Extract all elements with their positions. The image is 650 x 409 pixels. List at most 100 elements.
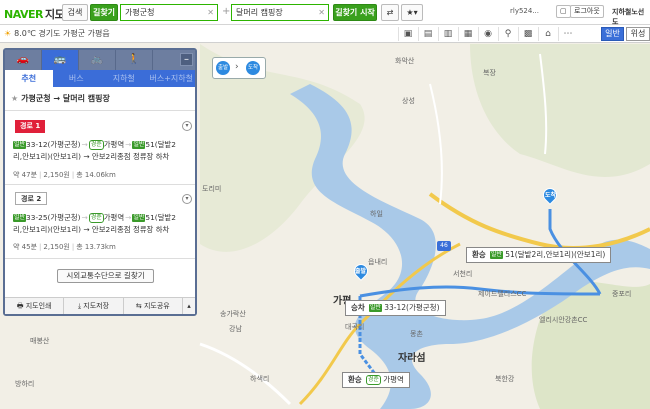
start-marker-icon: 출발 xyxy=(216,61,230,75)
label-bokjang: 복장 xyxy=(483,69,496,77)
print-map-label: 지도인쇄 xyxy=(25,302,52,310)
route1-leg-b: 가평역 xyxy=(103,140,125,149)
add-waypoint-icon[interactable]: + xyxy=(222,6,230,17)
label-hasaekri: 하색리 xyxy=(250,375,270,383)
rail-tag-icon: 경춘 xyxy=(88,213,104,223)
tab-bus[interactable]: 버스 xyxy=(53,70,101,87)
route2-time: 약 45분 xyxy=(13,243,38,251)
notification-box-icon[interactable]: ▢ xyxy=(556,5,571,18)
map-tool-icons: ▣ ▤ ▥ ▦ ◉ ⚲ ▩ ⌂ ⋯ xyxy=(398,27,577,41)
transfer-callout-bus51[interactable]: 환승 일반 51(달밭2리,안보1리)(안보1리) xyxy=(466,247,612,263)
rail-tag-icon: 경춘 xyxy=(365,375,381,385)
bus-tag-icon: 일반 xyxy=(368,304,382,312)
bus-route-icon[interactable]: ▣ xyxy=(398,27,417,41)
top-bar: NAVER 지도 검색 길찾기 가평군청 ✕ + 달머리 캠핑장 ✕ 길찾기 시작… xyxy=(0,0,650,27)
bus-tag-icon: 일반 xyxy=(489,251,503,259)
share-map-label: 지도공유 xyxy=(143,302,170,310)
origin-value: 가평군청 xyxy=(125,8,155,17)
label-gangnam: 강남 xyxy=(229,325,242,333)
naver-map-logo[interactable]: NAVER 지도 xyxy=(4,6,65,22)
route2-line1: 일반33-25(가평군청)→ 경춘 가평역→ 일반51(달밭2 xyxy=(13,212,176,223)
bus-tag-icon: 일반 xyxy=(132,141,146,149)
board-callout[interactable]: 승차 일반 33-12(가평군청) xyxy=(345,300,446,316)
tab-recommended[interactable]: 추천 xyxy=(5,70,53,87)
route-title: ★ 가평군청 → 달머리 캠핑장 xyxy=(11,93,110,104)
tab-bus-subway[interactable]: 버스+지하철 xyxy=(148,70,196,87)
star-icon[interactable]: ★ xyxy=(11,94,18,103)
swap-icon[interactable]: ⇄ xyxy=(381,4,399,21)
route2-chevron-down-icon[interactable]: ▾ xyxy=(182,194,192,204)
transfer1-kind: 환승 xyxy=(472,250,486,259)
label-jaraseom: 자라섬 xyxy=(398,353,426,364)
route1-time: 약 47분 xyxy=(13,171,38,179)
search-tab-button[interactable]: 검색 xyxy=(62,4,88,21)
logout-button[interactable]: 로그아웃 xyxy=(570,5,604,18)
distance-icon[interactable]: ⌂ xyxy=(538,27,557,41)
label-maebongsan: 매봉산 xyxy=(30,337,50,345)
logo-brand: NAVER xyxy=(4,8,43,21)
route1-leg-c: 51(달밭2 xyxy=(145,140,176,149)
dest-marker-icon: 도착 xyxy=(246,61,260,75)
cctv-icon[interactable]: ◉ xyxy=(478,27,497,41)
road-number-badge: 46 xyxy=(437,241,451,251)
label-hwaaksan: 화악산 xyxy=(395,57,415,65)
route1-distance: 총 14.06km xyxy=(76,171,116,179)
mode-walk-icon[interactable]: 🚶 xyxy=(116,50,153,70)
mode-bus-icon[interactable]: 🚌 xyxy=(42,50,79,70)
transfer2-kind: 환승 xyxy=(348,375,362,384)
route-tab-button[interactable]: 길찾기 xyxy=(90,4,118,21)
favorite-star-icon[interactable]: ★▾ xyxy=(401,4,423,21)
weather-toolbar: ☀ 8.0℃ 경기도 가평군 가평읍 ▣ ▤ ▥ ▦ ◉ ⚲ ▩ ⌂ ⋯ 일반 위… xyxy=(0,25,650,43)
label-seocheon: 서천리 xyxy=(453,270,473,278)
clear-origin-icon[interactable]: ✕ xyxy=(207,5,214,20)
collapse-up-icon[interactable]: ▴ xyxy=(183,298,195,314)
share-map-button[interactable]: ⇆ 지도공유 xyxy=(124,298,183,314)
save-map-button[interactable]: ⤓ 지도저장 xyxy=(64,298,124,314)
transport-mode-bar: 🚗 🚌 🚲 🚶 – xyxy=(5,50,195,70)
view-normal-button[interactable]: 일반 xyxy=(601,27,624,41)
label-mongchon: 몽촌 xyxy=(410,330,423,338)
transfer-callout-station[interactable]: 환승 경춘 가평역 xyxy=(342,372,410,388)
bus-icon[interactable]: ▤ xyxy=(418,27,437,41)
panel-footer: 🖶 지도인쇄 ⤓ 지도저장 ⇆ 지도공유 ▴ xyxy=(5,297,195,314)
intercity-route-button[interactable]: 시외교통수단으로 길찾기 xyxy=(57,269,154,283)
bus-tag-icon: 일반 xyxy=(132,214,146,222)
route1-badge[interactable]: 경로 1 xyxy=(15,120,46,133)
subway-icon[interactable]: ▥ xyxy=(438,27,457,41)
clear-destination-icon[interactable]: ✕ xyxy=(318,5,325,20)
weather-sun-icon: ☀ xyxy=(4,29,12,38)
print-map-button[interactable]: 🖶 지도인쇄 xyxy=(5,298,65,314)
route1-fare: 2,150원 xyxy=(43,171,70,179)
username[interactable]: rly524... xyxy=(510,7,539,15)
route-panel: 🚗 🚌 🚲 🚶 – 추천 버스 지하철 버스+지하철 ★ 가평군청 → 달머리 캠… xyxy=(3,48,197,316)
label-songgarak: 송가락산 xyxy=(220,310,246,318)
traffic-icon[interactable]: ▦ xyxy=(458,27,477,41)
route1-chevron-down-icon[interactable]: ▾ xyxy=(182,121,192,131)
origin-input[interactable]: 가평군청 ✕ xyxy=(120,4,218,21)
mode-bike-icon[interactable]: 🚲 xyxy=(79,50,116,70)
shop-icon[interactable]: ▩ xyxy=(518,27,537,41)
more-tools-icon[interactable]: ⋯ xyxy=(558,27,577,41)
tab-subway[interactable]: 지하철 xyxy=(100,70,148,87)
label-ellisian: 엘리시안강촌CC xyxy=(539,316,588,324)
dest-pin-label: 도착 xyxy=(545,192,557,199)
route-start-button[interactable]: 길찾기 시작 xyxy=(333,4,377,21)
subway-map-link[interactable]: 지하철노선도 xyxy=(612,7,650,27)
bus-tag-icon: 일반 xyxy=(13,141,27,149)
arrow-icon: → xyxy=(125,140,132,149)
route1-line2: 리,안보1리)(안보1리) → 안보2리종점 정류장 하차 xyxy=(13,152,170,161)
mode-car-icon[interactable]: 🚗 xyxy=(5,50,42,70)
route2-badge[interactable]: 경로 2 xyxy=(15,192,48,205)
route2-distance: 총 13.73km xyxy=(76,243,116,251)
bike-icon[interactable]: ⚲ xyxy=(498,27,517,41)
arrow-right-icon: › xyxy=(235,62,239,72)
label-jungpo: 중포리 xyxy=(612,290,632,298)
view-satellite-button[interactable]: 위성 xyxy=(626,27,650,41)
board-text: 33-12(가평군청) xyxy=(384,303,440,312)
minimize-icon[interactable]: – xyxy=(180,53,193,66)
destination-value: 달머리 캠핑장 xyxy=(236,8,283,17)
divider xyxy=(5,258,195,259)
weather-text: 8.0℃ 경기도 가평군 가평읍 xyxy=(14,29,110,38)
start-pin-label: 출발 xyxy=(355,268,367,275)
destination-input[interactable]: 달머리 캠핑장 ✕ xyxy=(231,4,329,21)
